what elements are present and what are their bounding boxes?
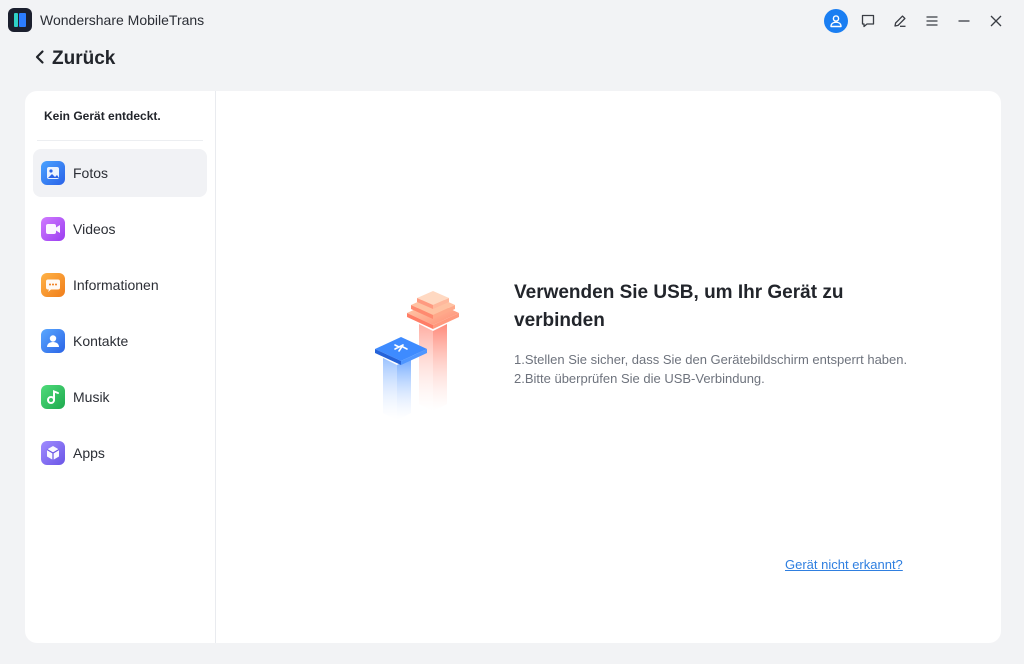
contacts-icon — [41, 329, 65, 353]
close-icon[interactable] — [984, 9, 1008, 33]
sidebar-item-label: Videos — [73, 220, 116, 237]
minimize-icon[interactable] — [952, 9, 976, 33]
edit-icon[interactable] — [888, 9, 912, 33]
apps-icon — [41, 441, 65, 465]
sidebar-item-contacts[interactable]: Kontakte — [33, 317, 207, 365]
sidebar-divider — [37, 140, 203, 141]
feedback-icon[interactable] — [856, 9, 880, 33]
device-not-recognized-link[interactable]: Gerät nicht erkannt? — [785, 557, 903, 573]
sidebar-item-label: Apps — [73, 444, 105, 461]
sidebar-item-music[interactable]: Musik — [33, 373, 207, 421]
sidebar-item-label: Fotos — [73, 164, 109, 181]
sidebar-item-label: Kontakte — [73, 332, 129, 349]
user-account-icon[interactable] — [824, 9, 848, 33]
instructions: 1.Stellen Sie sicher, dass Sie den Gerät… — [514, 350, 914, 388]
sidebar-item-apps[interactable]: Apps — [33, 429, 207, 477]
instruction-step-1: 1.Stellen Sie sicher, dass Sie den Gerät… — [514, 352, 908, 367]
sidebar-item-messages[interactable]: Informationen — [33, 261, 207, 309]
sidebar-item-label: Informationen — [73, 276, 159, 293]
usb-connection-illustration — [373, 281, 473, 421]
messages-icon — [41, 273, 65, 297]
sidebar-item-photos[interactable]: Fotos — [33, 149, 207, 197]
sidebar: Kein Gerät entdeckt. Fotos Videos Inform… — [25, 91, 216, 643]
connect-title: Verwenden Sie USB, um Ihr Gerät zu verbi… — [514, 282, 844, 331]
app-logo-icon — [8, 8, 32, 32]
device-status: Kein Gerät entdeckt. — [44, 109, 161, 123]
app-title: Wondershare MobileTrans — [40, 12, 205, 28]
sidebar-item-videos[interactable]: Videos — [33, 205, 207, 253]
chevron-left-icon — [34, 49, 46, 70]
content-panel: Kein Gerät entdeckt. Fotos Videos Inform… — [25, 91, 1001, 643]
photos-icon — [41, 161, 65, 185]
instruction-step-2: 2.Bitte überprüfen Sie die USB-Verbindun… — [514, 371, 765, 386]
sidebar-item-label: Musik — [73, 388, 110, 405]
title-bar: Wondershare MobileTrans — [0, 0, 1024, 40]
back-button[interactable]: Zurück — [34, 47, 115, 71]
menu-icon[interactable] — [920, 9, 944, 33]
back-label: Zurück — [52, 48, 116, 69]
videos-icon — [41, 217, 65, 241]
music-icon — [41, 385, 65, 409]
main-area: Verwenden Sie USB, um Ihr Gerät zu verbi… — [216, 91, 1001, 643]
